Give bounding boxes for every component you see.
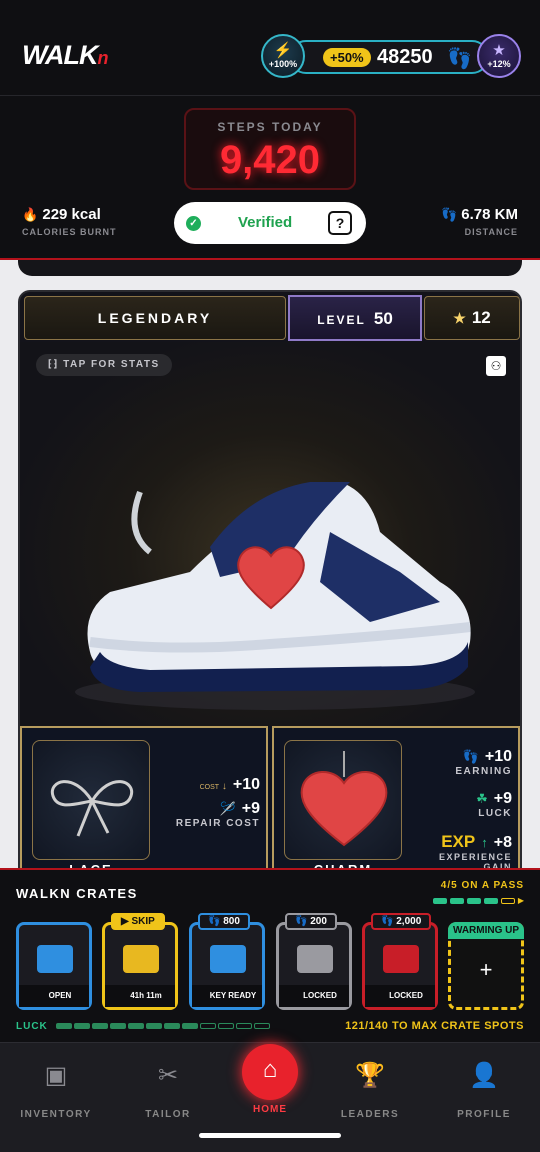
energy-boost-button[interactable]: ⚡ +100%	[261, 34, 305, 78]
crate-box-icon	[297, 945, 333, 973]
nav-leaders[interactable]: 🏆 LEADERS	[320, 1061, 420, 1120]
backpack-icon: ▣	[44, 1062, 68, 1089]
nav-profile[interactable]: 👤 PROFILE	[434, 1061, 534, 1120]
crate-box-icon	[123, 945, 159, 973]
charm-earning-stat: 👣 +10 EARNING	[455, 748, 512, 777]
level-badge: LEVEL 50	[288, 295, 422, 341]
check-icon: ✓	[186, 216, 201, 231]
crate-key-ready[interactable]: 👣 800 🔑 KEY READY	[189, 913, 265, 1010]
footprint-icon: 👣	[447, 48, 472, 70]
sneaker-showcase[interactable]: ⁅⁆ TAP FOR STATS ⚇	[20, 342, 520, 726]
sneaker-scroll-area[interactable]: LEGENDARY LEVEL 50 ★ 12 ⁅⁆ TAP FOR STATS ⚇	[0, 260, 540, 880]
crate-locked-2000[interactable]: 👣 2,000 🔒 LOCKED	[362, 913, 438, 1010]
sneaker-image	[75, 482, 475, 710]
help-button[interactable]: ?	[328, 211, 352, 235]
avatar-mode-icon[interactable]: ⚇	[486, 356, 506, 376]
steps-today-value: 9,420	[219, 138, 321, 182]
cost-down-icon: COST ↓	[199, 781, 227, 792]
crates-panel: WALKN CRATES 4/5 ON A PASS ▶ ✦ OPEN ▶ SK…	[0, 868, 540, 1042]
footprint-icon: 👣	[462, 749, 479, 764]
warming-up-slot[interactable]: WARMING UP +	[448, 922, 524, 1010]
clover-icon: ☘	[476, 791, 488, 806]
pass-progress-bars: ▶	[432, 896, 524, 905]
plus-icon: +	[479, 957, 493, 982]
star-boost-button[interactable]: ★ +12%	[477, 34, 521, 78]
person-icon: 👤	[469, 1062, 499, 1089]
needle-icon: 🪡	[219, 801, 236, 816]
flame-icon: 🔥	[22, 207, 39, 222]
lace-cost-stat: COST ↓ +10	[199, 776, 260, 793]
parts-panel: LACE COST ↓+10 🪡+9 REPAIR COST CHARM	[20, 726, 520, 878]
steps-today-box: STEPS TODAY 9,420	[184, 108, 356, 190]
charm-part[interactable]: CHARM 👣+10 EARNING ☘+9 LUCK EXP↑+8 EXPER…	[272, 726, 520, 878]
distance-stat: 👣 6.78 KM DISTANCE	[440, 206, 518, 237]
sneaker-card[interactable]: LEGENDARY LEVEL 50 ★ 12 ⁅⁆ TAP FOR STATS ⚇	[18, 290, 522, 880]
price-tag: 👣 800	[198, 913, 250, 930]
star-icon: ★	[492, 42, 506, 59]
footsteps-icon: 👣	[440, 207, 458, 222]
gesture-bar[interactable]	[199, 1133, 341, 1138]
calories-stat: 🔥 229 kcal CALORIES BURNT	[22, 206, 117, 237]
scissors-icon: ✂	[157, 1062, 179, 1089]
charm-luck-stat: ☘ +9 LUCK	[476, 790, 512, 819]
skip-button[interactable]: ▶ SKIP	[111, 913, 165, 930]
app-logo: WALKn	[22, 40, 108, 70]
price-tag: 👣 2,000	[371, 913, 432, 930]
crate-box-icon	[383, 945, 419, 973]
charm-thumbnail	[284, 740, 402, 860]
lace-thumbnail	[32, 740, 150, 860]
lace-repair-stat: 🪡 +9 REPAIR COST	[175, 800, 260, 829]
stars-badge: ★ 12	[424, 296, 520, 340]
crate-box-icon	[37, 945, 73, 973]
lace-part[interactable]: LACE COST ↓+10 🪡+9 REPAIR COST	[20, 726, 268, 878]
trophy-icon: 🏆	[355, 1062, 385, 1089]
balance-pill[interactable]: +50% 48250 👣	[289, 40, 489, 74]
pass-progress-label: 4/5 ON A PASS	[440, 880, 524, 891]
nav-home-button[interactable]: ⌂	[242, 1044, 298, 1100]
heart-charm-icon	[300, 751, 388, 847]
max-spots-label: 121/140 TO MAX CRATE SPOTS	[345, 1020, 524, 1032]
crate-locked-200[interactable]: 👣 200 🔒 LOCKED	[276, 913, 352, 1010]
crate-box-icon	[210, 945, 246, 973]
top-bar: WALKn +50% 48250 👣 ⚡ +100% ★ +12%	[0, 0, 540, 96]
verified-badge[interactable]: ✓ Verified ?	[174, 202, 366, 244]
charm-exp-stat: EXP ↑ +8 EXPERIENCE GAIN	[438, 832, 512, 872]
boost-percent-badge: +50%	[323, 48, 371, 67]
bolt-icon: ⚡	[273, 42, 293, 59]
home-icon: ⌂	[262, 1056, 278, 1083]
lace-bow-icon	[50, 780, 134, 837]
balance-value: 48250	[377, 46, 433, 68]
price-tag: 👣 200	[285, 913, 337, 930]
crate-timer[interactable]: ▶ SKIP ⏳ 41h 11m	[102, 913, 178, 1010]
star-icon: ★	[453, 310, 466, 326]
arrow-up-icon: ↑	[481, 835, 488, 850]
nav-inventory[interactable]: ▣ INVENTORY	[6, 1061, 106, 1120]
luck-progress-bars	[56, 1023, 270, 1029]
step-stats-panel: STEPS TODAY 9,420 🔥 229 kcal CALORIES BU…	[0, 96, 540, 260]
crate-open[interactable]: ✦ OPEN	[16, 922, 92, 1010]
rarity-label: LEGENDARY	[24, 296, 286, 340]
stats-icon: ⁅⁆	[48, 359, 59, 370]
tap-for-stats-button[interactable]: ⁅⁆ TAP FOR STATS	[36, 354, 172, 376]
nav-tailor[interactable]: ✂ TAILOR	[118, 1061, 218, 1120]
previous-card-edge	[18, 260, 522, 276]
